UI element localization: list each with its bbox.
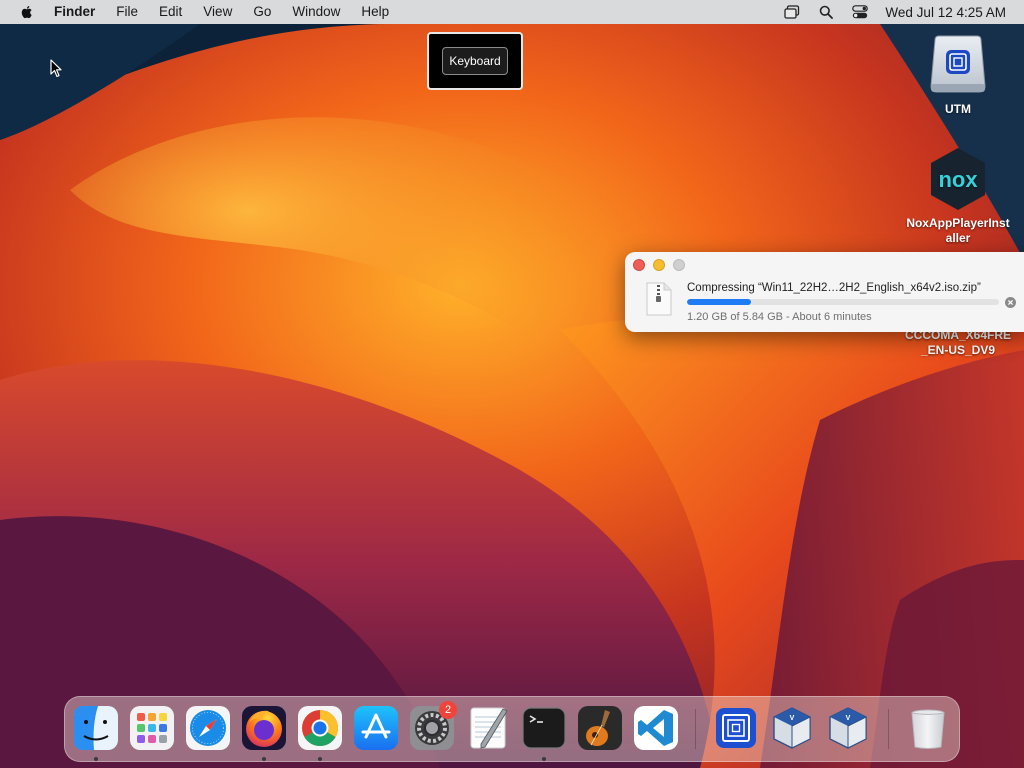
launchpad-icon [130, 706, 174, 750]
virtualbox-icon: V [773, 707, 811, 749]
desktop-icon-utm[interactable]: UTM [898, 34, 1018, 117]
nox-logo-text: nox [938, 167, 978, 192]
vscode-icon [634, 706, 678, 750]
running-indicator [542, 757, 546, 761]
menu-edit[interactable]: Edit [149, 0, 193, 24]
dock-system-settings[interactable]: 2 [409, 701, 457, 751]
dock-garageband[interactable] [577, 705, 623, 751]
compression-status: 1.20 GB of 5.84 GB - About 6 minutes [687, 311, 872, 323]
trash-icon [911, 709, 945, 749]
terminal-icon [522, 707, 566, 749]
desktop-icon-nox-label-2: aller [945, 231, 971, 245]
desktop-icon-nox-installer[interactable]: nox NoxAppPlayerInst aller [898, 146, 1018, 246]
menu-help[interactable]: Help [351, 0, 400, 24]
firefox-icon [242, 706, 286, 750]
svg-text:V: V [790, 715, 795, 722]
zip-archive-icon [646, 282, 672, 316]
compression-title: Compressing “Win11_22H2…2H2_English_x64v… [687, 282, 981, 294]
dock-finder[interactable] [73, 705, 119, 761]
utm-icon [716, 708, 756, 748]
dock-safari[interactable] [185, 705, 231, 751]
garageband-icon [578, 706, 622, 750]
desktop-icon-utm-label: UTM [945, 102, 971, 116]
disk-drive-icon [930, 35, 986, 93]
search-icon[interactable] [817, 4, 835, 20]
dock-virtualbox-1[interactable]: V [769, 705, 815, 751]
svg-text:V: V [846, 715, 851, 722]
window-stack-icon[interactable] [783, 4, 801, 20]
dock-firefox[interactable] [241, 705, 287, 761]
dock-app-store[interactable] [353, 705, 399, 751]
app-store-icon [354, 706, 398, 750]
desktop-icon-nox-label-1: NoxAppPlayerInst [906, 216, 1010, 230]
stop-compression-icon[interactable] [1005, 297, 1016, 308]
virtualbox-icon: V [829, 707, 867, 749]
menu-file[interactable]: File [106, 0, 149, 24]
dock-separator [888, 709, 889, 749]
desktop-icon-cccoma-label-2: _EN-US_DV9 [920, 343, 996, 357]
desktop-icon-cccoma-iso[interactable]: CCCOMA_X64FRE _EN-US_DV9 [898, 328, 1018, 358]
compression-progress-fill [687, 299, 752, 305]
notification-badge: 2 [439, 701, 457, 719]
compression-progress-bar [687, 299, 999, 305]
dock: 2 V V [64, 696, 960, 762]
chrome-icon [298, 706, 342, 750]
control-center-icon[interactable] [851, 4, 869, 20]
desktop-wallpaper [0, 0, 1024, 768]
running-indicator [262, 757, 266, 761]
window-zoom-button[interactable] [673, 259, 685, 271]
apple-logo-icon[interactable] [19, 4, 35, 20]
menu-go[interactable]: Go [243, 0, 282, 24]
nox-icon: nox [931, 148, 985, 210]
window-minimize-button[interactable] [653, 259, 665, 271]
dock-trash[interactable] [905, 705, 951, 751]
keyboard-hud: Keyboard [427, 32, 523, 90]
dock-vscode[interactable] [633, 705, 679, 751]
keyboard-hud-label[interactable]: Keyboard [442, 47, 508, 75]
dock-launchpad[interactable] [129, 705, 175, 751]
finder-icon [74, 706, 118, 750]
safari-icon [186, 706, 230, 750]
menu-clock[interactable]: Wed Jul 12 4:25 AM [885, 5, 1006, 20]
compression-progress-window: Compressing “Win11_22H2…2H2_English_x64v… [625, 252, 1024, 332]
menu-bar: Finder File Edit View Go Window Help Wed… [0, 0, 1024, 24]
textedit-icon [470, 707, 508, 749]
dock-chrome[interactable] [297, 705, 343, 761]
dock-textedit[interactable] [465, 705, 511, 751]
dock-virtualbox-2[interactable]: V [825, 705, 871, 751]
menu-view[interactable]: View [193, 0, 243, 24]
menu-finder[interactable]: Finder [54, 0, 106, 24]
menu-window[interactable]: Window [282, 0, 351, 24]
window-close-button[interactable] [633, 259, 645, 271]
mouse-cursor-icon [50, 59, 62, 78]
dock-terminal[interactable] [521, 705, 567, 761]
running-indicator [94, 757, 98, 761]
running-indicator [318, 757, 322, 761]
dock-utm[interactable] [713, 705, 759, 751]
dock-separator [695, 709, 696, 749]
